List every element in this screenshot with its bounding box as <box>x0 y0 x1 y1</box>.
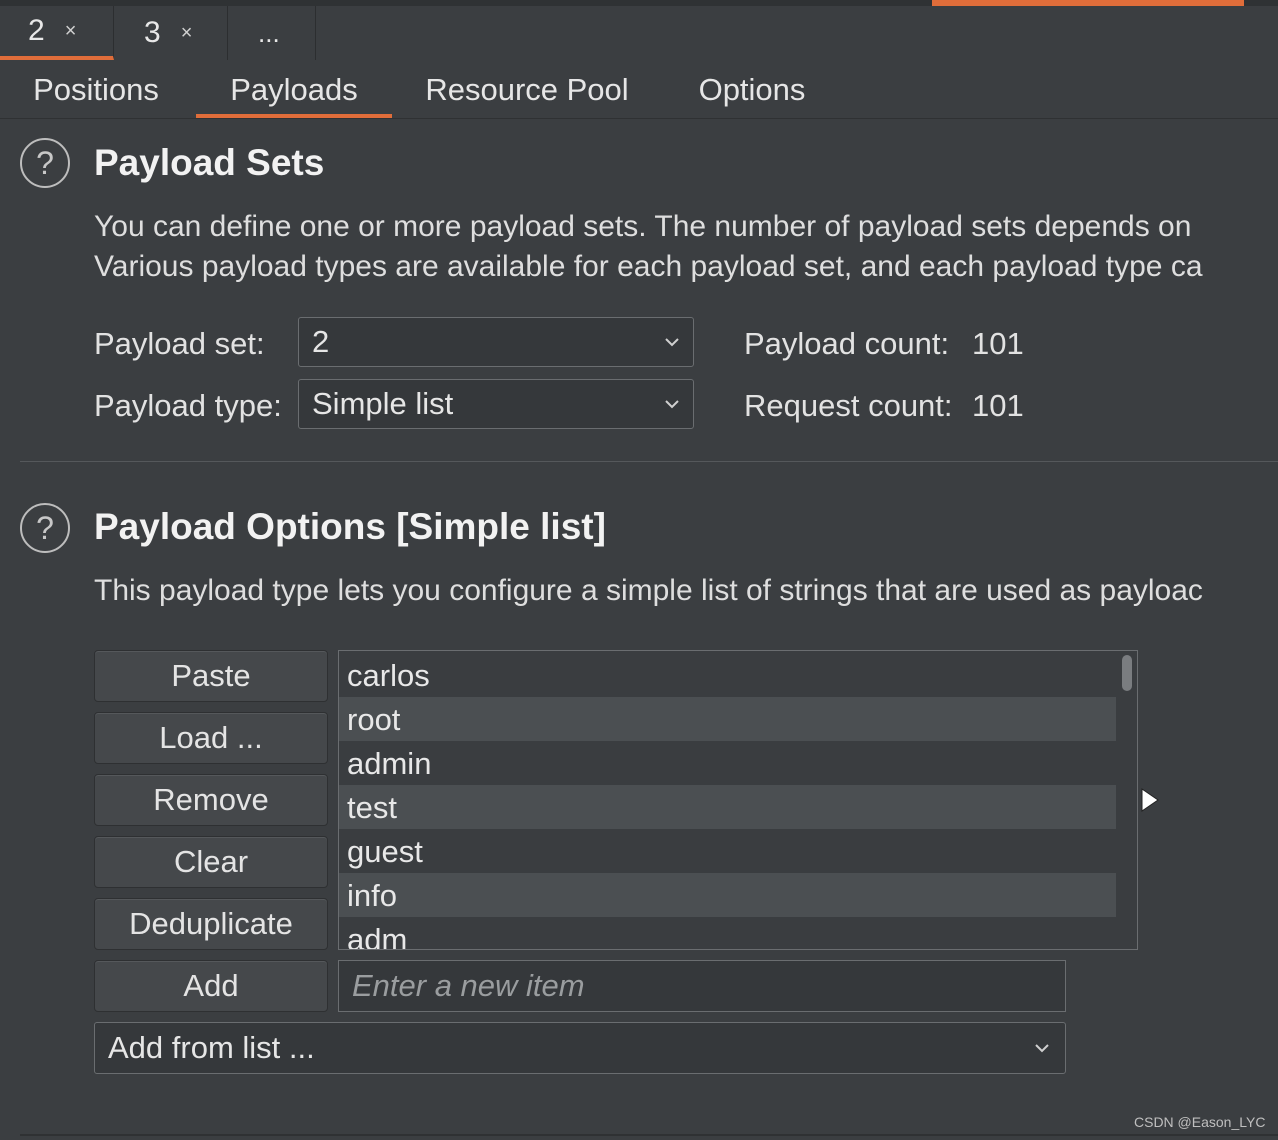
list-item[interactable]: guest <box>339 829 1116 873</box>
list-item[interactable]: admin <box>339 741 1116 785</box>
payload-set-value: 2 <box>312 324 330 359</box>
chevron-down-icon <box>665 338 679 347</box>
payload-set-label: Payload set: <box>94 326 265 361</box>
payload-type-select[interactable]: Simple list <box>298 379 694 429</box>
payload-sets-title: Payload Sets <box>94 142 325 183</box>
list-item[interactable]: adm <box>339 917 1116 949</box>
payload-sets-description-line1: You can define one or more payload sets.… <box>94 210 1192 243</box>
watermark: CSDN @Eason_LYC <box>1134 1114 1266 1130</box>
list-scrollbar[interactable] <box>1116 651 1137 949</box>
list-item[interactable]: carlos <box>339 653 1116 697</box>
request-count-label: Request count: <box>744 388 953 423</box>
load-button[interactable]: Load ... <box>94 712 328 764</box>
paste-button[interactable]: Paste <box>94 650 328 702</box>
payload-count-label: Payload count: <box>744 326 950 361</box>
tab-payloads[interactable]: Payloads <box>196 62 392 118</box>
new-item-input[interactable] <box>338 960 1066 1012</box>
new-tab-button[interactable]: ... <box>228 6 316 60</box>
payload-sets-description-line2: Various payload types are available for … <box>94 250 1203 283</box>
request-tab-label: 3 <box>144 16 161 49</box>
request-tab-label: 2 <box>28 14 45 47</box>
request-tab-3[interactable]: 3 × <box>114 6 228 60</box>
list-item[interactable]: test <box>339 785 1116 829</box>
tab-resource-pool[interactable]: Resource Pool <box>408 62 646 118</box>
payload-options-title: Payload Options [Simple list] <box>94 506 606 547</box>
close-icon[interactable]: × <box>65 20 77 43</box>
payload-count-value: 101 <box>972 326 1024 361</box>
help-icon[interactable]: ? <box>20 503 70 553</box>
request-tab-2[interactable]: 2 × <box>0 6 114 60</box>
chevron-down-icon <box>1035 1044 1049 1053</box>
section-divider <box>20 461 1278 462</box>
list-item[interactable]: root <box>339 697 1116 741</box>
request-count-value: 101 <box>972 388 1024 423</box>
payload-list[interactable]: carlos root admin test guest info adm <box>338 650 1138 950</box>
remove-button[interactable]: Remove <box>94 774 328 826</box>
payload-type-value: Simple list <box>312 386 454 421</box>
mouse-cursor-icon <box>1141 788 1159 812</box>
add-button[interactable]: Add <box>94 960 328 1012</box>
bottom-divider <box>20 1134 1278 1136</box>
list-item[interactable]: info <box>339 873 1116 917</box>
active-window-indicator <box>932 0 1244 6</box>
scrollbar-thumb[interactable] <box>1122 655 1132 691</box>
tab-positions[interactable]: Positions <box>14 62 178 118</box>
new-tab-label: ... <box>258 17 280 48</box>
deduplicate-button[interactable]: Deduplicate <box>94 898 328 950</box>
payload-set-select[interactable]: 2 <box>298 317 694 367</box>
payload-type-label: Payload type: <box>94 388 282 423</box>
add-from-list-label: Add from list ... <box>108 1030 315 1065</box>
tab-options[interactable]: Options <box>680 62 824 118</box>
clear-button[interactable]: Clear <box>94 836 328 888</box>
chevron-down-icon <box>665 400 679 409</box>
add-from-list-select[interactable]: Add from list ... <box>94 1022 1066 1074</box>
help-icon[interactable]: ? <box>20 138 70 188</box>
payload-options-description: This payload type lets you configure a s… <box>94 574 1203 607</box>
close-icon[interactable]: × <box>181 22 193 45</box>
